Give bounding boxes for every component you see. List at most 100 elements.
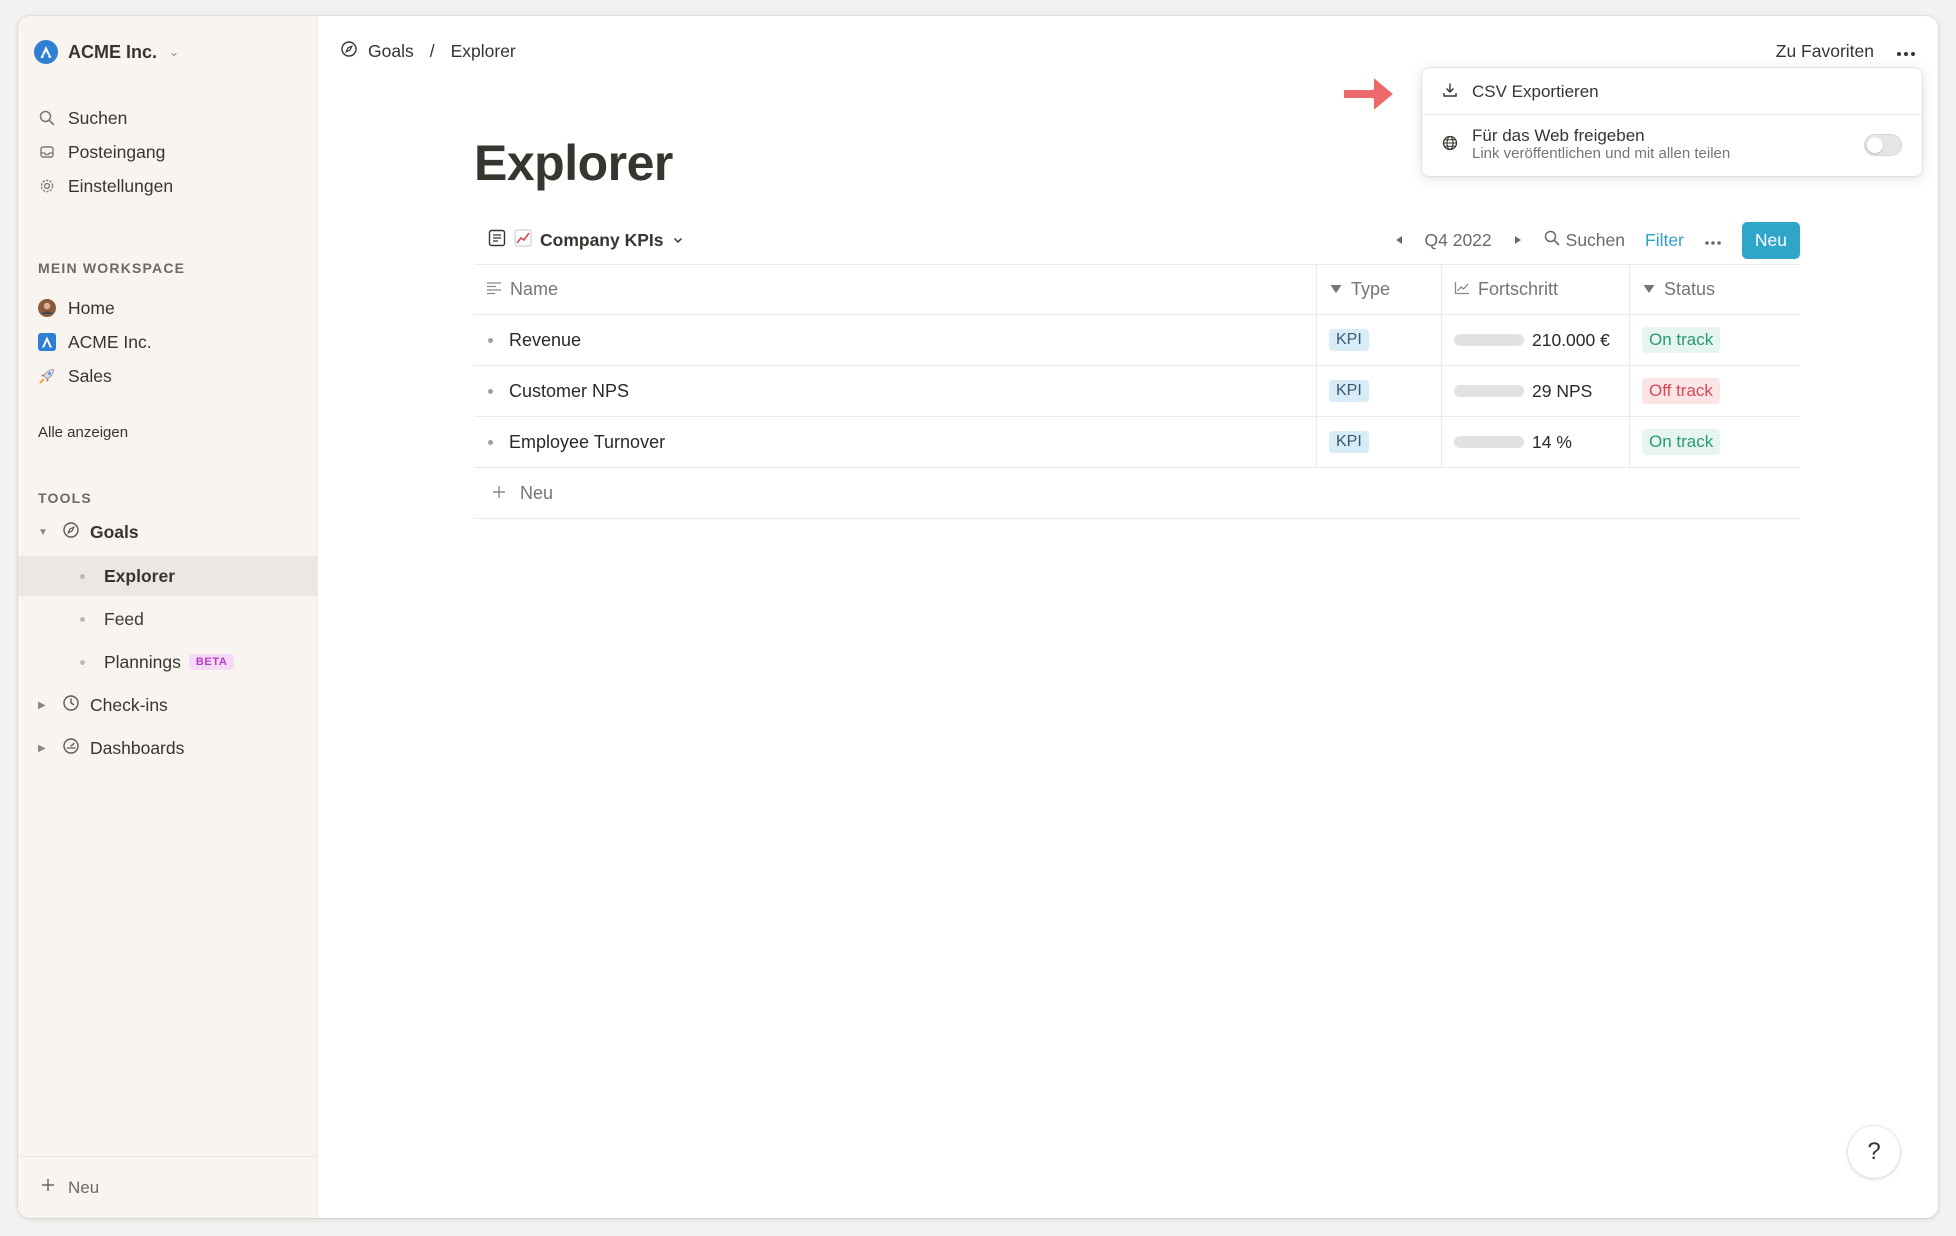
new-entry-button[interactable]: Neu [1741, 221, 1800, 259]
status-cell[interactable]: Off track [1630, 366, 1800, 416]
breadcrumb-goals[interactable]: Goals [368, 41, 414, 62]
compass-icon [340, 40, 358, 63]
tree-item-label: Dashboards [90, 737, 185, 758]
progress-cell[interactable]: 210.000 € [1442, 315, 1630, 365]
sidebar-item-search[interactable]: Suchen [32, 100, 304, 136]
column-label: Name [510, 279, 559, 299]
type-cell[interactable]: KPI [1317, 366, 1442, 416]
table-row[interactable]: Customer NPS KPI 29 NPS Off track [474, 366, 1800, 417]
column-header-progress[interactable]: Fortschritt [1442, 265, 1630, 314]
sidebar-item-settings[interactable]: Einstellungen [32, 168, 304, 204]
gauge-icon [62, 737, 80, 760]
search-icon [38, 109, 56, 127]
gear-icon [38, 177, 56, 195]
sidebar-item-label: Home [68, 297, 115, 318]
add-row-button[interactable]: Neu [474, 468, 1800, 519]
view-tools: Q4 2022 Suchen Filter Neu [1393, 221, 1800, 259]
tree-item-explorer[interactable]: Explorer [18, 556, 318, 596]
sidebar-item-inbox[interactable]: Posteingang [32, 134, 304, 170]
sidebar-item-label: Sales [68, 365, 112, 386]
tree-item-label: Check-ins [90, 694, 168, 715]
acme-logo-icon [34, 40, 58, 64]
select-caret-icon [1642, 279, 1656, 300]
sidebar-item-home[interactable]: Home [32, 290, 304, 326]
name-cell[interactable]: Revenue [474, 315, 1317, 365]
type-tag: KPI [1329, 431, 1369, 453]
section-title-workspace: MEIN WORKSPACE [38, 260, 186, 276]
more-options-icon[interactable] [1896, 41, 1916, 62]
type-cell[interactable]: KPI [1317, 315, 1442, 365]
share-web-toggle[interactable] [1864, 134, 1902, 156]
bullet-dot [488, 388, 493, 394]
plus-icon [492, 483, 506, 504]
column-header-type[interactable]: Type [1317, 265, 1442, 314]
previous-period-icon[interactable] [1393, 230, 1405, 251]
show-all-link[interactable]: Alle anzeigen [38, 424, 128, 441]
view-more-icon[interactable] [1704, 230, 1722, 251]
progress-value: 29 NPS [1532, 380, 1593, 401]
progress-bar [1454, 385, 1524, 397]
tree-item-label: Feed [104, 608, 144, 629]
view-search-button[interactable]: Suchen [1544, 230, 1625, 251]
help-button[interactable]: ? [1848, 1126, 1900, 1178]
tree-item-feed[interactable]: Feed [18, 599, 318, 639]
status-badge: Off track [1642, 378, 1720, 404]
caret-down-icon[interactable]: ▼ [38, 527, 48, 538]
progress-value: 14 % [1532, 431, 1572, 452]
sidebar-item-acme[interactable]: ACME Inc. [32, 324, 304, 360]
table-row[interactable]: Employee Turnover KPI 14 % On track [474, 417, 1800, 468]
add-row-label: Neu [520, 482, 554, 503]
workspace-switcher[interactable]: ACME Inc. ⌄ [34, 36, 179, 68]
type-cell[interactable]: KPI [1317, 417, 1442, 467]
name-cell[interactable]: Customer NPS [474, 366, 1317, 416]
arrow-right-icon [1340, 72, 1398, 116]
status-badge: On track [1642, 327, 1721, 353]
kpi-table: Name Type Fortschritt Status Revenue KPI… [474, 264, 1800, 519]
breadcrumb-explorer[interactable]: Explorer [451, 41, 516, 62]
row-name: Customer NPS [509, 380, 630, 401]
view-selector[interactable]: Company KPIs [488, 229, 684, 252]
chart-emoji-icon [514, 229, 532, 252]
sidebar-new-button[interactable]: Neu [18, 1156, 318, 1218]
sidebar-item-sales[interactable]: Sales [32, 358, 304, 394]
view-name: Company KPIs [540, 229, 664, 250]
plus-icon [40, 1177, 56, 1198]
next-period-icon[interactable] [1512, 230, 1524, 251]
tree-item-plannings[interactable]: Plannings BETA [18, 642, 318, 682]
status-cell[interactable]: On track [1630, 315, 1800, 365]
tree-item-checkins[interactable]: ▶ Check-ins [18, 685, 318, 725]
name-cell[interactable]: Employee Turnover [474, 417, 1317, 467]
breadcrumb: Goals / Explorer [340, 34, 516, 68]
status-cell[interactable]: On track [1630, 417, 1800, 467]
sidebar-item-label: Einstellungen [68, 175, 174, 196]
menu-item-export-csv[interactable]: CSV Exportieren [1422, 76, 1922, 108]
column-label: Status [1664, 279, 1716, 299]
progress-cell[interactable]: 29 NPS [1442, 366, 1630, 416]
tree-item-goals[interactable]: ▼ Goals [18, 512, 318, 552]
tree-item-label: Explorer [104, 565, 175, 586]
progress-cell[interactable]: 14 % [1442, 417, 1630, 467]
table-row[interactable]: Revenue KPI 210.000 € On track [474, 315, 1800, 366]
view-search-label: Suchen [1565, 229, 1625, 250]
download-icon [1442, 82, 1458, 103]
caret-right-icon[interactable]: ▶ [38, 743, 46, 754]
column-header-status[interactable]: Status [1630, 265, 1800, 314]
tree-item-dashboards[interactable]: ▶ Dashboards [18, 728, 318, 768]
inbox-icon [38, 143, 56, 161]
add-favorite-button[interactable]: Zu Favoriten [1776, 41, 1874, 62]
filter-button[interactable]: Filter [1645, 230, 1684, 251]
chevron-down-icon: ⌄ [169, 45, 180, 59]
menu-item-share-web[interactable]: Für das Web freigeben Link veröffentlich… [1422, 122, 1922, 168]
app-window: ACME Inc. ⌄ Suchen Posteingang Einstellu… [18, 16, 1938, 1218]
beta-badge: BETA [188, 654, 235, 670]
progress-value: 210.000 € [1532, 329, 1610, 350]
caret-right-icon[interactable]: ▶ [38, 700, 46, 711]
period-label[interactable]: Q4 2022 [1425, 230, 1492, 251]
view-toolbar: Company KPIs Q4 2022 Suchen Filter Neu [488, 220, 1800, 260]
menu-item-label: CSV Exportieren [1472, 82, 1599, 101]
text-lines-icon [486, 279, 502, 300]
rocket-icon [38, 367, 56, 385]
breadcrumb-separator: / [429, 40, 435, 61]
column-header-name[interactable]: Name [474, 265, 1317, 314]
tree-item-label: Plannings [104, 651, 181, 672]
